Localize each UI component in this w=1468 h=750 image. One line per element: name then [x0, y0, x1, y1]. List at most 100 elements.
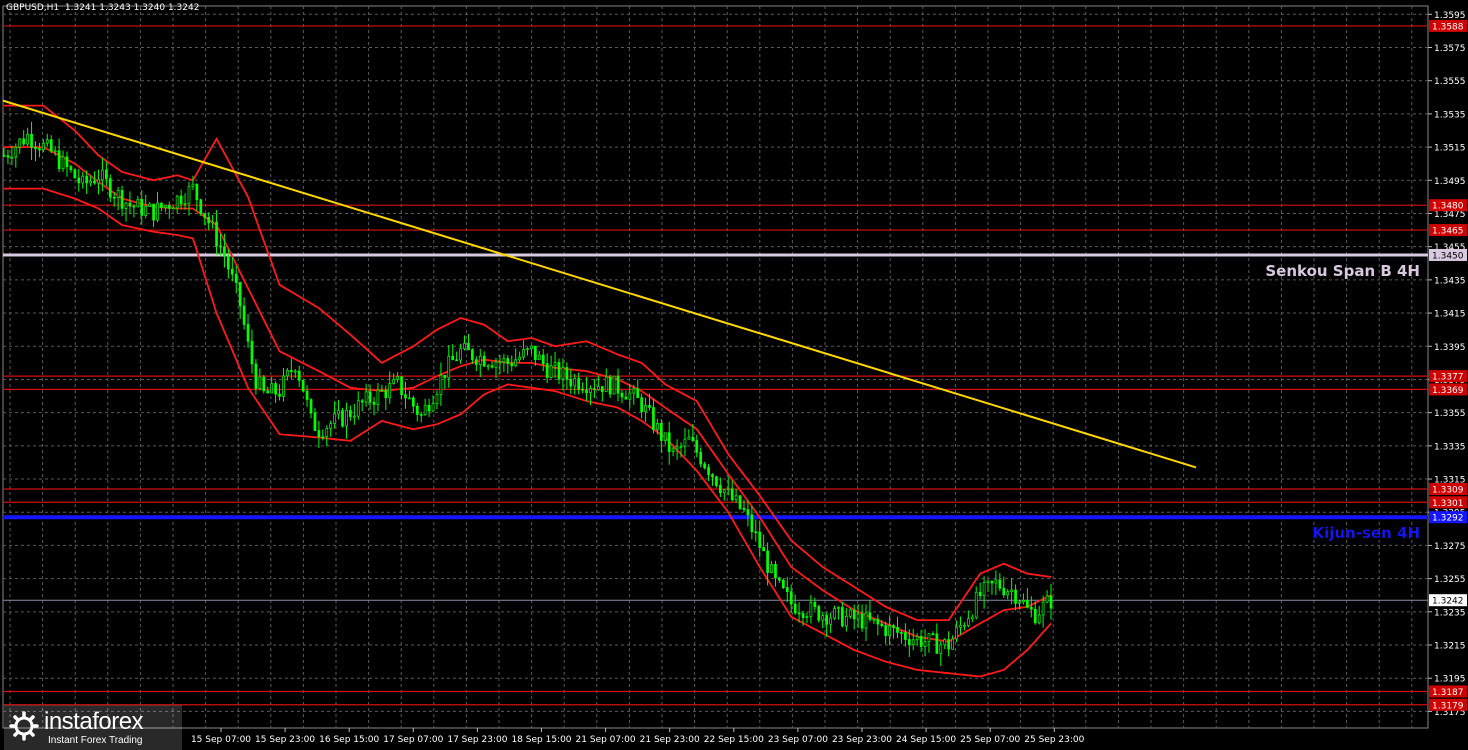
candle-body: [577, 378, 581, 390]
candle-body: [415, 405, 419, 415]
y-tick-label: 1.3395: [1434, 343, 1466, 353]
candle-body: [671, 448, 675, 452]
candle-body: [990, 580, 994, 584]
candle-body: [329, 423, 333, 429]
candle-body: [872, 618, 876, 621]
candle-body: [719, 485, 722, 493]
candle-body: [474, 359, 478, 365]
candle-body: [778, 577, 781, 581]
y-tick-label: 1.3415: [1434, 310, 1466, 320]
candle-body: [38, 148, 41, 151]
candle-body: [616, 375, 620, 394]
candle-body: [541, 354, 545, 365]
candle-body: [1014, 589, 1017, 604]
candle-body: [242, 305, 246, 325]
candle-body: [250, 340, 254, 365]
candle-body: [372, 401, 376, 405]
candle-body: [974, 591, 978, 618]
candle-body: [156, 202, 159, 221]
candle-body: [837, 607, 840, 609]
candle-body: [687, 436, 691, 440]
candle-body: [179, 195, 183, 205]
candle-body: [356, 400, 360, 417]
candle-body: [514, 359, 518, 367]
candle-body: [140, 199, 144, 216]
candle-body: [801, 613, 805, 618]
candle-body: [144, 206, 148, 216]
candle-body: [526, 348, 529, 350]
candle-body: [104, 169, 108, 180]
candle-body: [258, 376, 262, 389]
candle-body: [691, 436, 695, 441]
candle-body: [978, 591, 982, 597]
candle-body: [455, 359, 459, 362]
candle-body: [848, 609, 852, 617]
candle-body: [459, 348, 462, 361]
candle-body: [553, 362, 557, 367]
candle-body: [6, 155, 10, 158]
candle-body: [321, 436, 325, 439]
candle-body: [663, 432, 667, 441]
x-tick-label: 16 Sep 15:00: [319, 735, 379, 745]
candle-body: [750, 514, 754, 533]
candle-body: [486, 365, 490, 368]
candle-body: [230, 268, 234, 275]
candle-body: [278, 393, 281, 397]
candle-body: [746, 509, 750, 516]
candle-body: [443, 374, 447, 379]
candle-body: [656, 422, 659, 430]
candle-body: [707, 467, 710, 475]
senkou-tag-label: 1.3450: [1432, 251, 1464, 261]
candle-body: [817, 606, 821, 621]
y-tick-label: 1.3575: [1434, 44, 1466, 54]
candle-body: [34, 146, 37, 149]
y-tick-label: 1.3595: [1434, 11, 1466, 21]
candle-body: [274, 383, 277, 395]
candle-body: [199, 199, 203, 214]
level-tag-label: 1.3465: [1432, 227, 1464, 237]
candle-body: [219, 245, 222, 248]
candle-body: [915, 636, 919, 641]
candle-body: [860, 613, 864, 629]
y-tick-label: 1.3515: [1434, 144, 1466, 154]
candle-body: [73, 169, 77, 179]
candle-body: [423, 404, 427, 415]
x-tick-label: 15 Sep 23:00: [255, 735, 315, 745]
candle-body: [160, 202, 163, 208]
level-tag-label: 1.3301: [1432, 499, 1464, 509]
watermark-tagline: Instant Forex Trading: [48, 735, 143, 746]
candle-body: [600, 386, 604, 393]
candle-body: [57, 150, 61, 170]
candle-body: [675, 446, 679, 450]
candle-body: [120, 190, 124, 209]
candle-body: [1022, 600, 1025, 603]
candle-body: [659, 422, 663, 441]
candle-body: [648, 405, 651, 408]
candle-body: [986, 580, 990, 583]
candle-body: [203, 213, 207, 218]
candle-body: [317, 430, 321, 438]
x-tick-label: 22 Sep 15:00: [704, 735, 764, 745]
candle-body: [628, 392, 632, 400]
candle-body: [167, 205, 171, 209]
y-tick-label: 1.3435: [1434, 276, 1466, 286]
candle-body: [667, 432, 671, 452]
candle-body: [81, 175, 85, 184]
candle-body: [982, 582, 986, 597]
candle-body: [49, 139, 53, 152]
candle-body: [2, 155, 6, 157]
candle-body: [813, 602, 817, 607]
candle-body: [124, 202, 128, 209]
candle-body: [93, 180, 96, 184]
candle-body: [85, 175, 89, 184]
y-tick-label: 1.3535: [1434, 110, 1466, 120]
candle-body: [683, 438, 687, 447]
x-tick-label: 15 Sep 07:00: [191, 735, 251, 745]
candle-body: [238, 282, 242, 307]
price-chart[interactable]: Kijun-sen 4H Senkou Span B 4H 1.3595 1.357…: [0, 0, 1468, 750]
candle-body: [482, 355, 486, 367]
candle-body: [931, 633, 935, 635]
x-tick-label: 21 Sep 23:00: [640, 735, 700, 745]
candle-body: [907, 639, 911, 646]
candle-body: [478, 355, 482, 365]
